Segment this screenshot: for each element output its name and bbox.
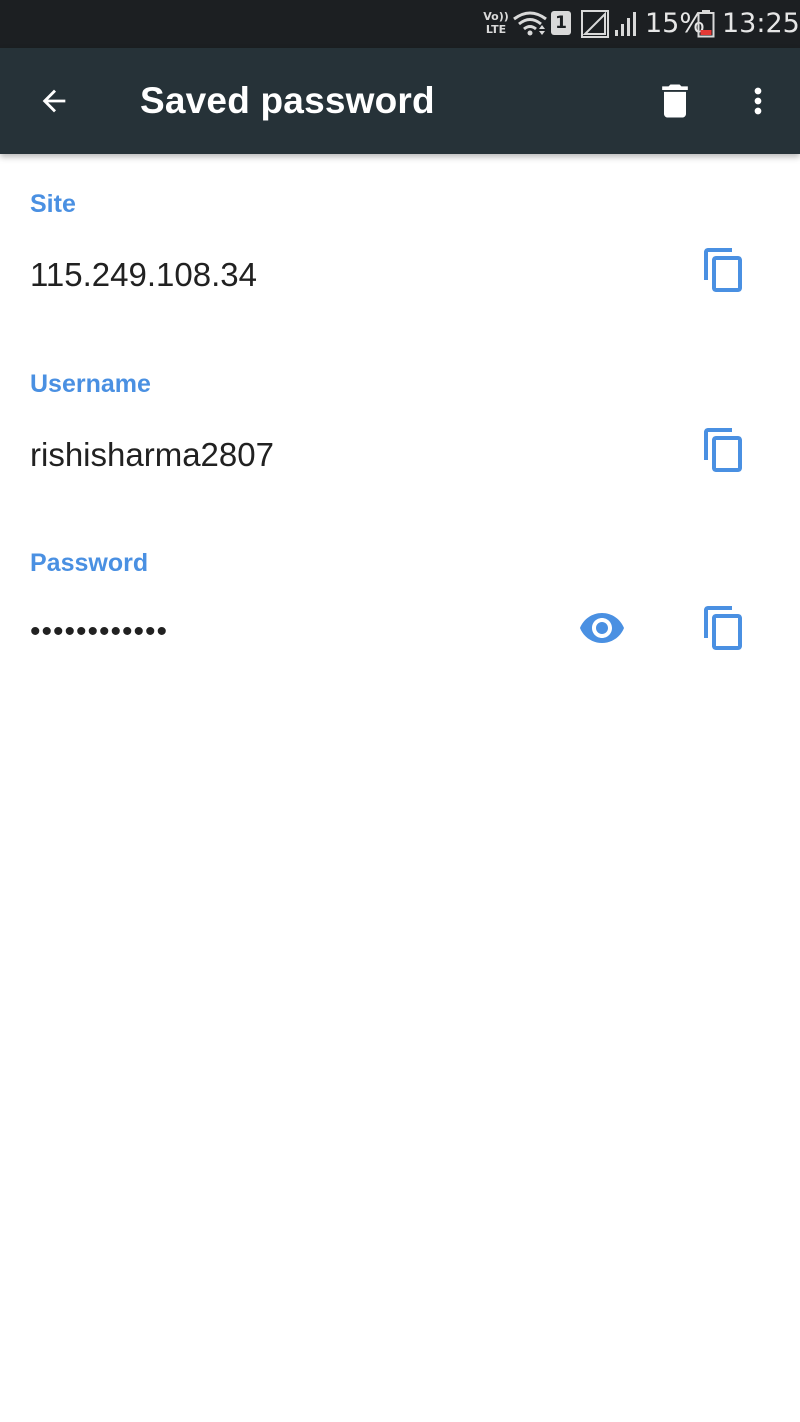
site-label: Site [30,190,76,218]
signal-bars-icon [615,12,636,36]
volte-icon: Vo)) LTE [481,10,511,40]
battery-percent: 15% [645,8,706,39]
status-bar: Vo)) LTE 1 15% 13:25 [0,0,800,48]
username-value: rishisharma2807 [30,436,274,473]
password-label: Password [30,549,149,577]
copy-icon [704,606,742,650]
copy-site-button[interactable] [694,240,754,300]
battery-icon [697,10,715,38]
page-title: Saved password [140,80,435,121]
username-label: Username [30,370,151,398]
clock: 13:25 [722,8,800,39]
show-password-button[interactable] [572,598,632,658]
site-value: 115.249.108.34 [30,256,257,293]
copy-icon [704,428,742,472]
saved-password-screen: Vo)) LTE 1 15% 13:25 Saved password Site… [0,0,800,1422]
copy-icon [704,248,742,292]
copy-username-button[interactable] [694,420,754,480]
app-bar: Saved password [0,48,800,154]
password-value: •••••••••••• [30,615,169,648]
signal-icon [581,10,609,38]
wifi-icon [513,11,547,36]
more-vert-icon [754,87,762,115]
sim-icon: 1 [551,11,571,35]
volte-label: Vo)) [483,10,509,23]
copy-password-button[interactable] [694,598,754,658]
eye-icon [580,613,624,643]
more-options-button[interactable] [730,73,786,129]
trash-icon [662,84,688,118]
lte-label: LTE [485,23,507,36]
back-button[interactable] [26,73,82,129]
delete-button[interactable] [646,73,704,129]
arrow-back-icon [42,89,66,113]
